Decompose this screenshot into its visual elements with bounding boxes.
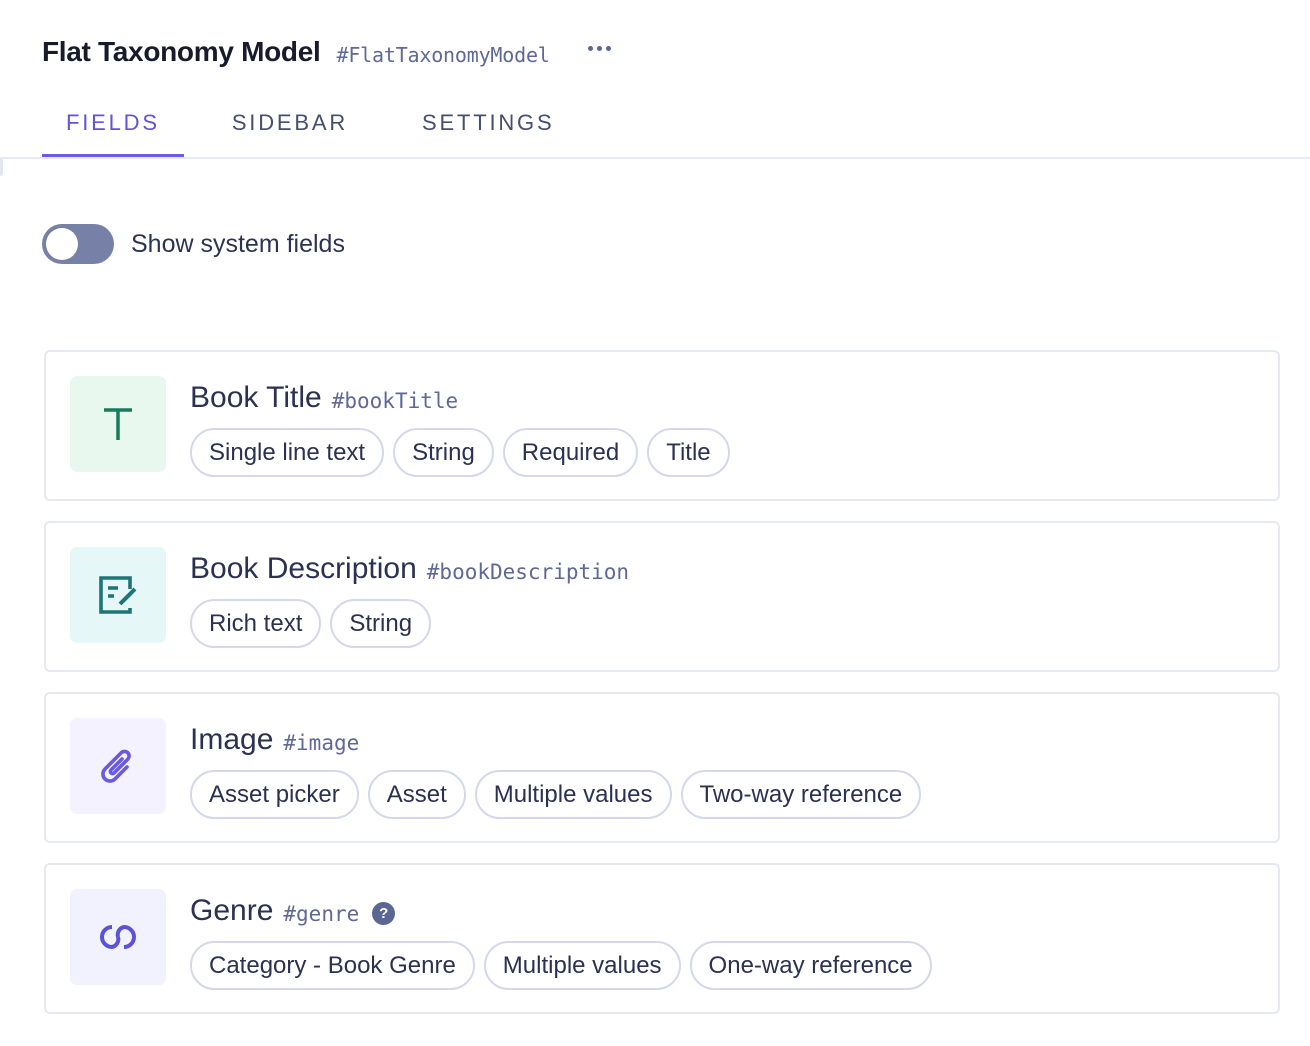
tab-settings[interactable]: SETTINGS [398,100,578,158]
field-card-book-title[interactable]: Book Title #bookTitle Single line text S… [44,350,1280,501]
toggle-knob [46,228,78,260]
field-api-id: #image [283,731,360,755]
more-options-button[interactable] [584,42,615,55]
field-name: Image [190,723,274,756]
field-api-id: #bookDescription [426,560,630,584]
model-title: Flat Taxonomy Model [42,36,321,67]
field-tag: Required [502,428,639,477]
field-card-genre[interactable]: Genre #genre ? Category - Book Genre Mul… [44,863,1280,1014]
more-horizontal-icon-dot [596,45,602,51]
system-fields-toggle-row: Show system fields [42,224,345,264]
paperclip-icon [70,718,166,814]
field-tag: String [393,428,494,477]
model-api-id: #FlatTaxonomyModel [336,42,550,67]
show-system-fields-label[interactable]: Show system fields [131,230,345,259]
field-tag: Title [647,428,730,477]
field-name: Genre [190,894,274,927]
link-icon [70,889,166,985]
page-header: Flat Taxonomy Model #FlatTaxonomyModel [42,34,615,70]
rich-text-icon [70,547,166,643]
field-tag: Single line text [190,428,385,477]
field-tags: Asset picker Asset Multiple values Two-w… [190,770,922,819]
field-tags: Category - Book Genre Multiple values On… [190,941,932,990]
show-system-fields-toggle[interactable] [42,224,114,264]
tab-fields[interactable]: FIELDS [42,100,184,158]
fields-list: Book Title #bookTitle Single line text S… [44,350,1280,1034]
field-tag: Rich text [190,599,322,648]
field-tags: Single line text String Required Title [190,428,730,477]
tabs-divider [0,157,1310,159]
field-name: Book Description [190,552,417,585]
field-api-id: #genre [283,902,360,926]
field-api-id: #bookTitle [331,389,459,413]
field-tags: Rich text String [190,599,629,648]
field-card-image[interactable]: Image #image Asset picker Asset Multiple… [44,692,1280,843]
field-name: Book Title [190,381,322,414]
field-card-book-description[interactable]: Book Description #bookDescription Rich t… [44,521,1280,672]
field-tag: Asset picker [190,770,359,819]
field-tag: One-way reference [689,941,932,990]
help-icon[interactable]: ? [372,901,396,925]
panel-edge [0,158,3,176]
field-tag: Multiple values [474,770,672,819]
single-line-text-icon [70,376,166,472]
field-tag: Category - Book Genre [190,941,475,990]
field-tag: String [330,599,432,648]
more-horizontal-icon [587,45,593,51]
field-tag: Asset [367,770,466,819]
more-horizontal-icon-dot [605,45,611,51]
field-tag: Two-way reference [680,770,922,819]
tab-sidebar[interactable]: SIDEBAR [208,100,372,158]
tab-bar: FIELDS SIDEBAR SETTINGS [42,100,578,158]
field-tag: Multiple values [483,941,681,990]
